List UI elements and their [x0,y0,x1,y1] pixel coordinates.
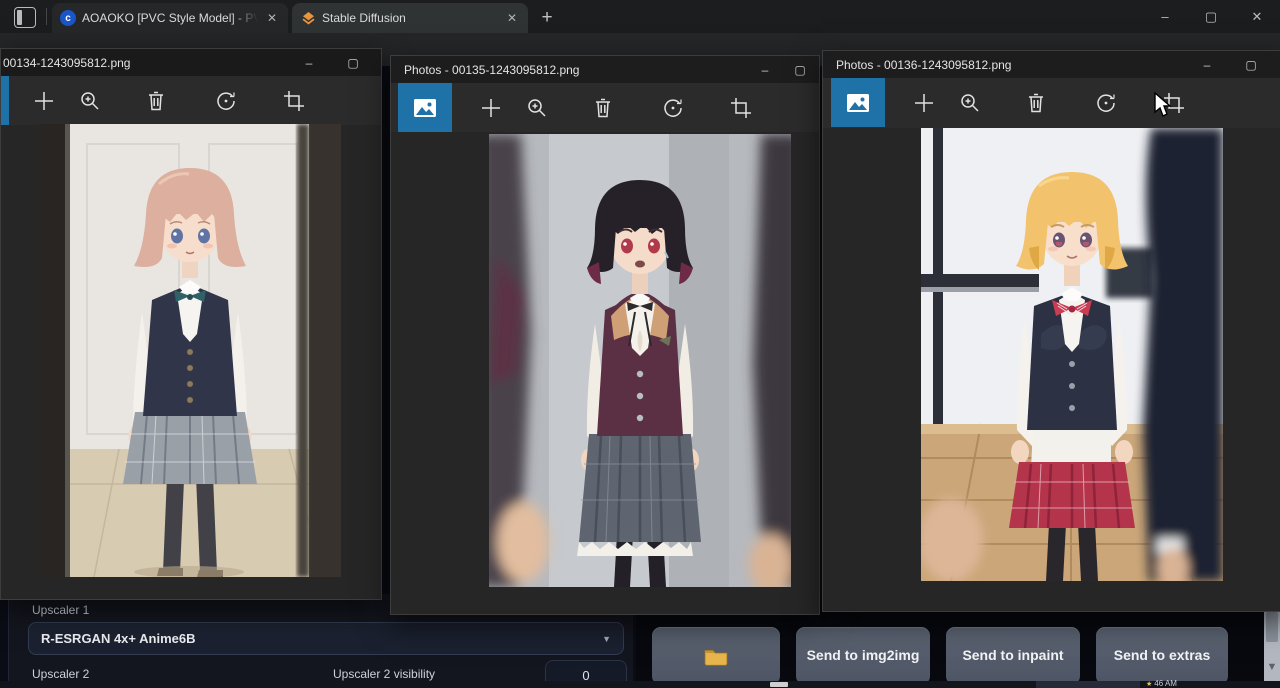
browser-tab-stable-diffusion[interactable]: Stable Diffusion ✕ [292,3,528,33]
title-bar[interactable]: Photos - 00136-1243095812.png – ▢ [823,51,1280,78]
taskbar-button[interactable] [770,682,788,687]
civitai-favicon: c [60,10,76,26]
window-title: Photos - 00135-1243095812.png [404,63,579,77]
photo-00136 [921,128,1223,581]
browser-close-button[interactable]: ✕ [1234,9,1280,25]
add-button[interactable] [468,83,514,132]
tab-search-icon[interactable] [14,7,36,28]
rotate-button[interactable] [203,76,249,125]
taskbar[interactable]: ★46 AM [0,681,1280,688]
crop-button[interactable] [271,76,317,125]
send-to-img2img-button[interactable]: Send to img2img [796,627,930,685]
photo-viewport [391,132,819,614]
chevron-down-icon: ▼ [602,634,611,644]
photos-window-00136: Photos - 00136-1243095812.png – ▢ [822,50,1280,612]
add-button[interactable] [21,76,67,125]
photo-viewport [1,125,381,599]
delete-button[interactable] [133,76,179,125]
browser-tab-bar: c AOAOKO [PVC Style Model] - PV ✕ Stable… [0,0,1280,33]
gallery-button[interactable] [1,76,9,125]
upscaler2-label: Upscaler 2 [32,667,89,681]
rotate-button[interactable] [1083,78,1129,127]
window-title: 00134-1243095812.png [3,56,130,70]
delete-button[interactable] [1013,78,1059,127]
photos-toolbar [1,76,381,125]
maximize-button[interactable]: ▢ [331,56,375,70]
minimize-button[interactable]: – [287,56,331,70]
notification-icon: ★ [1146,681,1152,688]
browser-tab-civitai[interactable]: c AOAOKO [PVC Style Model] - PV ✕ [52,3,288,33]
zoom-button[interactable] [514,83,560,132]
gallery-button[interactable] [831,78,885,127]
upscaler2-visibility-label: Upscaler 2 visibility [333,667,435,681]
zoom-button[interactable] [67,76,113,125]
minimize-button[interactable]: – [743,63,787,77]
gallery-button[interactable] [398,83,452,132]
open-folder-button[interactable] [652,627,780,685]
taskbar-app-strip [1036,681,1140,688]
crop-button[interactable] [1151,78,1197,127]
photo-00134 [39,124,341,577]
desktop: c AOAOKO [PVC Style Model] - PV ✕ Stable… [0,0,1280,688]
maximize-button[interactable]: ▢ [787,63,813,77]
stable-diffusion-favicon [300,10,316,26]
folder-icon [704,646,728,666]
photo-00135 [489,134,791,587]
scroll-down-icon[interactable]: ▼ [1265,660,1279,674]
photos-window-00135: Photos - 00135-1243095812.png – ▢ [390,55,820,615]
rotate-button[interactable] [650,83,696,132]
title-bar[interactable]: Photos - 00135-1243095812.png – ▢ [391,56,819,83]
tab-close-icon[interactable]: ✕ [264,11,280,25]
image-icon [846,93,870,113]
add-button[interactable] [901,78,947,127]
tab-title: Stable Diffusion [322,11,498,25]
photos-window-00134: 00134-1243095812.png – ▢ [0,48,382,600]
upscaler1-label: Upscaler 1 [32,603,89,617]
minimize-button[interactable]: – [1185,58,1229,72]
upscaler1-value: R-ESRGAN 4x+ Anime6B [41,631,602,646]
tab-close-icon[interactable]: ✕ [504,11,520,25]
photos-toolbar [391,83,819,132]
new-tab-button[interactable]: + [534,5,560,31]
image-icon [413,98,437,118]
delete-button[interactable] [580,83,626,132]
browser-restore-button[interactable]: ▢ [1188,9,1234,25]
send-to-extras-button[interactable]: Send to extras [1096,627,1228,685]
photo-viewport [823,128,1280,611]
send-to-inpaint-button[interactable]: Send to inpaint [946,627,1080,685]
browser-minimize-button[interactable]: – [1142,9,1188,24]
taskbar-clock: ★46 AM [1146,679,1177,688]
crop-button[interactable] [718,83,764,132]
tab-divider [46,8,47,25]
zoom-button[interactable] [947,78,993,127]
window-title: Photos - 00136-1243095812.png [836,58,1011,72]
upscaler1-dropdown[interactable]: R-ESRGAN 4x+ Anime6B ▼ [28,622,624,655]
scrollbar-thumb[interactable] [1266,612,1278,642]
photos-toolbar [823,78,1280,127]
tab-title: AOAOKO [PVC Style Model] - PV [82,11,258,25]
maximize-button[interactable]: ▢ [1229,58,1273,72]
title-bar[interactable]: 00134-1243095812.png – ▢ [1,49,381,76]
